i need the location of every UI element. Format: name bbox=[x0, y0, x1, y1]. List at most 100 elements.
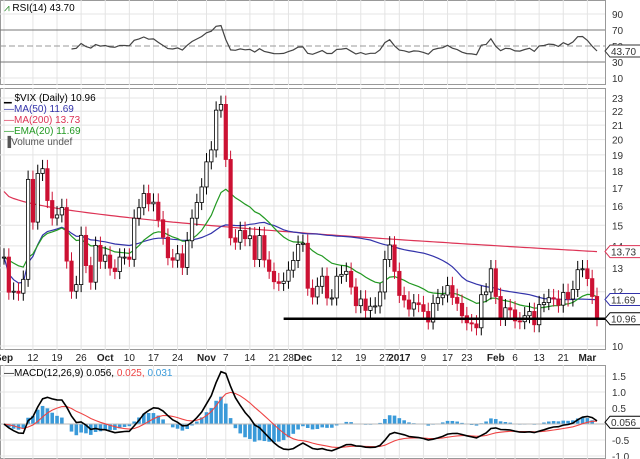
x-tick-label: 2017 bbox=[388, 353, 411, 364]
candle-body bbox=[170, 257, 175, 261]
ma50-line bbox=[3, 221, 598, 301]
x-tick-label: Mar bbox=[578, 353, 596, 364]
candle-body bbox=[50, 200, 55, 219]
candle-body bbox=[334, 275, 339, 299]
candle-body bbox=[349, 270, 354, 288]
candle-body bbox=[291, 260, 296, 271]
candle-body bbox=[194, 202, 199, 219]
candle-body bbox=[88, 265, 93, 283]
candle-body bbox=[498, 296, 503, 319]
macd-histogram-bar bbox=[223, 403, 228, 424]
candle-body bbox=[358, 298, 363, 307]
candle-body bbox=[527, 311, 532, 317]
macd-histogram-bar bbox=[493, 419, 498, 424]
x-tick-label: 14 bbox=[244, 353, 256, 364]
price-tick-label: 16 bbox=[612, 202, 624, 213]
candle-body bbox=[136, 207, 142, 219]
macd-histogram-bar bbox=[272, 424, 276, 443]
x-tick-label: 23 bbox=[461, 353, 473, 364]
candle-body bbox=[6, 256, 11, 293]
x-tick-label: 6 bbox=[512, 353, 518, 364]
candle-body bbox=[69, 260, 74, 292]
candle-body bbox=[30, 178, 36, 223]
candle-body bbox=[440, 294, 445, 299]
macd-histogram-bar bbox=[330, 424, 334, 428]
candle-body bbox=[40, 168, 45, 174]
macd-histogram-bar bbox=[45, 408, 50, 424]
candle-body bbox=[484, 291, 489, 296]
macd-histogram-bar bbox=[277, 424, 281, 442]
x-tick-label: 17 bbox=[148, 353, 160, 364]
candle-body bbox=[373, 305, 378, 308]
candle-body bbox=[103, 254, 108, 262]
macd-histogram-bar bbox=[489, 418, 493, 424]
candle-body bbox=[590, 278, 595, 297]
x-tick-label: 10 bbox=[124, 353, 136, 364]
candle-body bbox=[402, 295, 407, 301]
candle-body bbox=[421, 304, 426, 312]
candle-body bbox=[450, 285, 455, 298]
candle-body bbox=[64, 207, 69, 262]
candle-body bbox=[541, 302, 547, 306]
candle-body bbox=[107, 254, 113, 269]
candle-body bbox=[156, 201, 161, 221]
macd-histogram-bar bbox=[291, 424, 296, 434]
candle-body bbox=[271, 270, 277, 283]
price-legend-name: $VIX (Daily) bbox=[14, 93, 68, 104]
candle-body bbox=[122, 256, 127, 259]
candle-body bbox=[281, 280, 286, 284]
candle-body bbox=[479, 294, 484, 329]
candle-body bbox=[233, 237, 238, 243]
x-tick-label: Nov bbox=[197, 353, 216, 364]
x-tick-label: 24 bbox=[172, 353, 184, 364]
x-tick-label: 26 bbox=[76, 353, 88, 364]
candle-body bbox=[300, 242, 306, 245]
candle-body bbox=[59, 207, 64, 216]
candle-body bbox=[83, 234, 89, 266]
price-tick-label: 20 bbox=[612, 136, 624, 147]
x-tick-label: 7 bbox=[223, 353, 229, 364]
rsi-tick-label: 10 bbox=[612, 74, 624, 85]
macd-tick-label: -0.5 bbox=[612, 436, 630, 447]
rsi-tick-label: 70 bbox=[612, 26, 624, 37]
rsi-value-tag: 43.70 bbox=[611, 47, 636, 58]
candle-body bbox=[11, 290, 16, 293]
close-value-tag: 10.96 bbox=[611, 315, 636, 326]
rsi-legend-value: 43.70 bbox=[49, 3, 75, 14]
ema20-line bbox=[3, 188, 598, 309]
candle-body bbox=[117, 256, 122, 272]
candle-body bbox=[377, 291, 383, 307]
candle-body bbox=[257, 235, 262, 260]
macd-value-tag: 0.056 bbox=[611, 418, 636, 429]
candle-body bbox=[426, 311, 431, 323]
candle-body bbox=[445, 285, 450, 296]
macd-legend-name: MACD(12,26,9) bbox=[14, 368, 84, 379]
macd-histogram-bar bbox=[252, 424, 257, 442]
candle-body bbox=[469, 322, 474, 325]
candle-body bbox=[537, 304, 542, 326]
candle-body bbox=[392, 244, 397, 272]
candle-body bbox=[353, 286, 359, 307]
ma200-value-tag: 13.73 bbox=[611, 248, 636, 259]
price-tick-label: 19 bbox=[612, 151, 624, 162]
candle-body bbox=[1, 256, 7, 259]
macd-histogram-bar bbox=[243, 424, 247, 438]
candle-body bbox=[45, 168, 50, 201]
ema20-legend: EMA(20) 11.69 bbox=[14, 126, 81, 137]
macd-tick-label: -1.0 bbox=[612, 452, 630, 459]
x-tick-label: 21 bbox=[558, 353, 570, 364]
candle-body bbox=[93, 244, 98, 283]
macd-histogram-bar bbox=[392, 415, 397, 424]
macd-histogram-bar bbox=[233, 424, 238, 429]
candle-body bbox=[368, 305, 373, 311]
macd-histogram-bar bbox=[320, 424, 324, 428]
rsi-icon: ⩘ bbox=[4, 3, 10, 14]
macd-histogram-bar bbox=[397, 418, 402, 424]
candle-body bbox=[305, 242, 310, 289]
candle-body bbox=[223, 104, 228, 160]
macd-histogram-bar bbox=[238, 424, 243, 434]
candle-body bbox=[276, 281, 281, 284]
candle-body bbox=[228, 159, 233, 239]
candle-body bbox=[315, 285, 320, 298]
candle-body bbox=[474, 323, 479, 329]
